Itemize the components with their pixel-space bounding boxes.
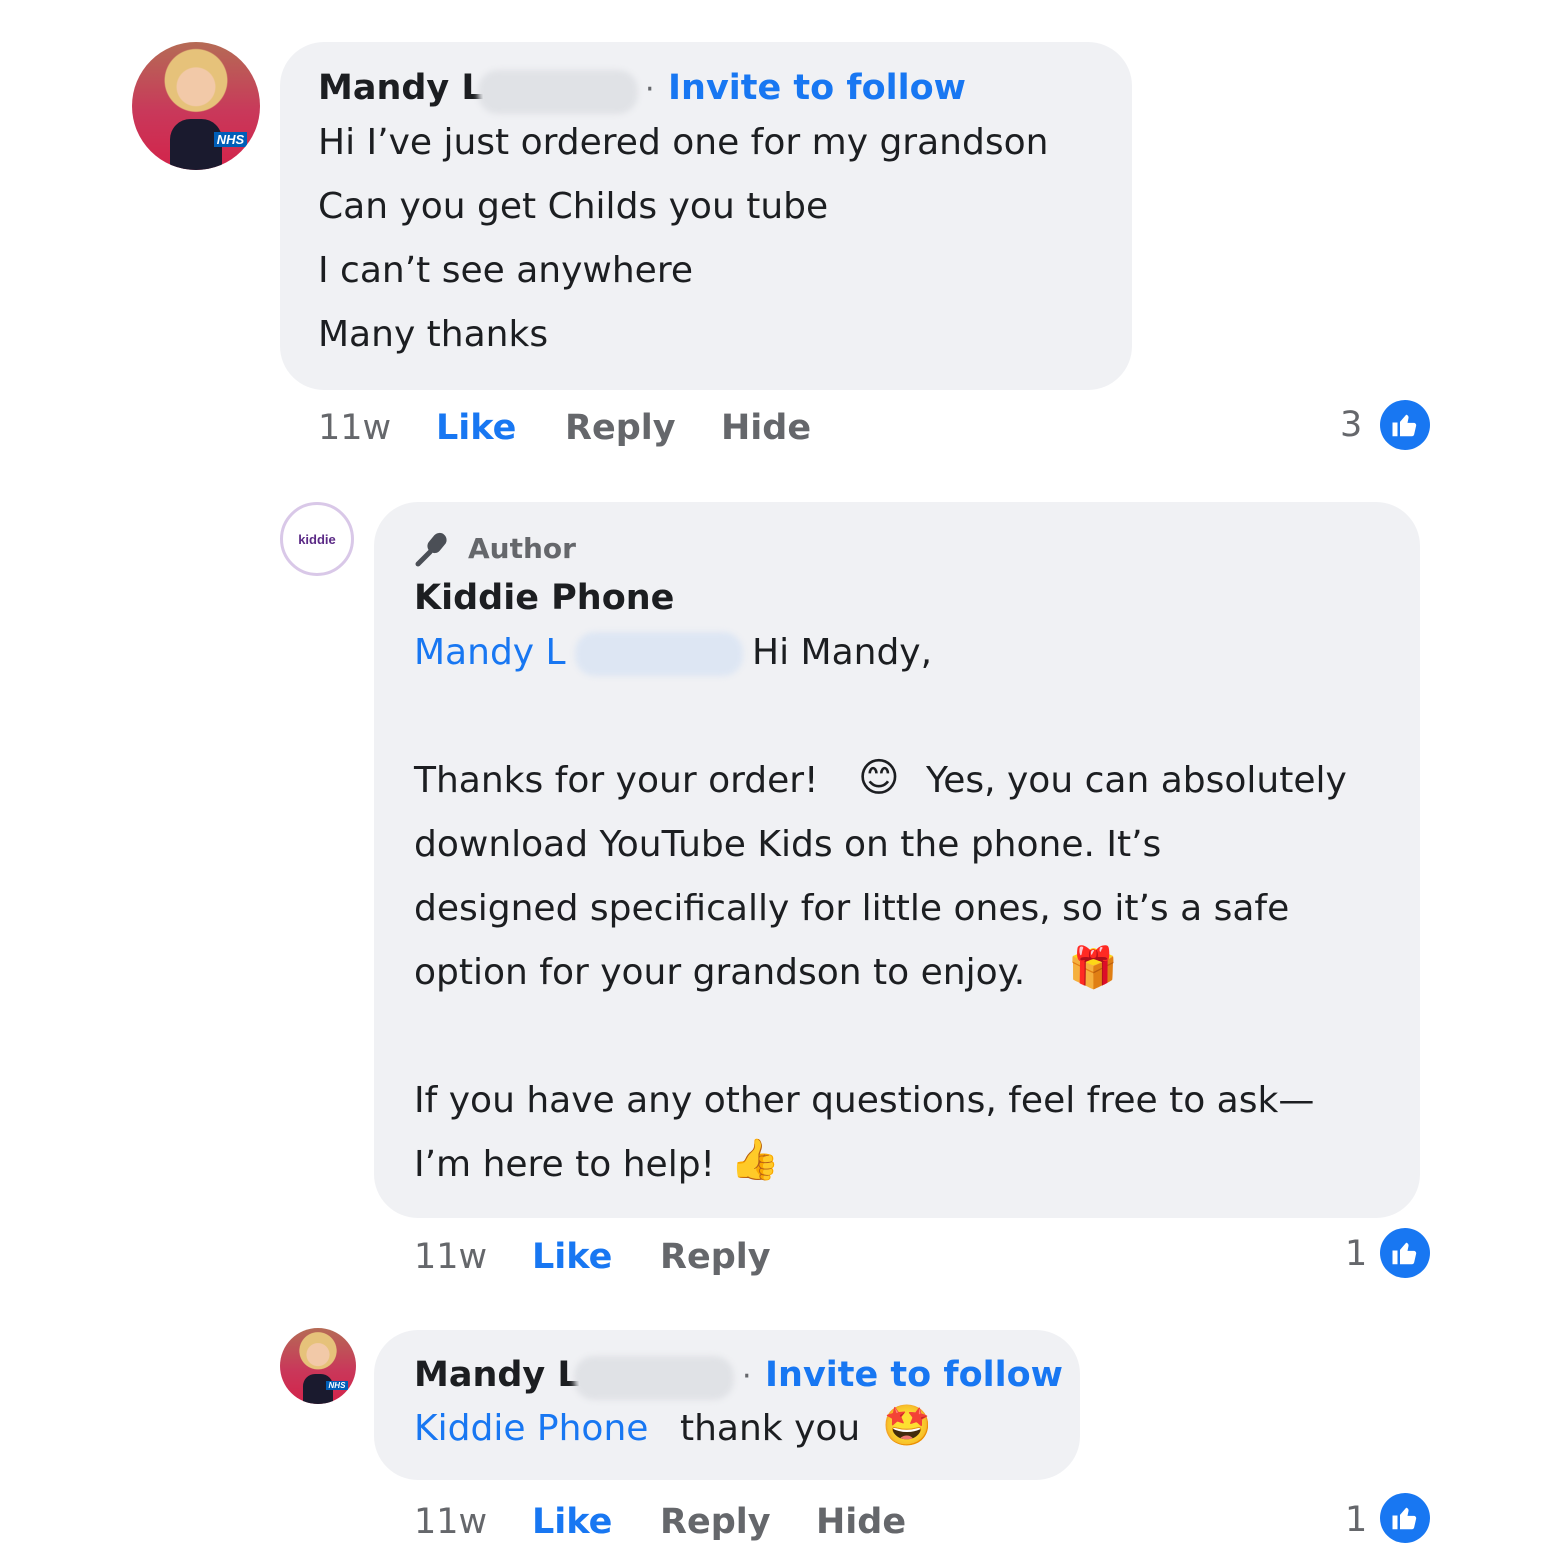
reply-text-line: If you have any other questions, feel fr… [414, 1080, 1315, 1121]
comment-timestamp: 11w [318, 408, 392, 448]
reply-text-line: option for your grandson to enjoy. [414, 952, 1026, 993]
comment-author[interactable]: Mandy L [414, 1355, 580, 1395]
reaction-count[interactable]: 1 [1345, 1500, 1367, 1540]
comment-text-line: Many thanks [318, 314, 549, 355]
reply-text-line: Yes, you can absolutely [926, 760, 1347, 801]
reply-button[interactable]: Reply [660, 1502, 771, 1542]
like-button[interactable]: Like [436, 408, 516, 448]
reply-button[interactable]: Reply [660, 1237, 771, 1277]
reply-text: thank you [680, 1408, 861, 1449]
comment-text-line: Can you get Childs you tube [318, 186, 829, 227]
like-reaction-icon[interactable] [1380, 400, 1430, 450]
mention-link[interactable]: Mandy L [414, 632, 566, 673]
star-struck-emoji-icon: 🤩 [882, 1403, 932, 1449]
kiddie-logo: kiddie [298, 532, 336, 548]
author-badge: Author [468, 532, 576, 565]
comment-timestamp: 11w [414, 1237, 488, 1277]
like-reaction-icon[interactable] [1380, 1493, 1430, 1543]
separator-dot: · [645, 72, 655, 107]
page-avatar[interactable]: kiddie [280, 502, 354, 576]
reply-button[interactable]: Reply [565, 408, 676, 448]
comment-text-line: I can’t see anywhere [318, 250, 693, 291]
redacted-surname [575, 632, 743, 676]
hide-button[interactable]: Hide [721, 408, 811, 448]
comment-author[interactable]: Kiddie Phone [414, 578, 674, 618]
redacted-surname [574, 1356, 734, 1400]
avatar[interactable]: NHS [280, 1328, 356, 1404]
reply-text-line: designed specifically for little ones, s… [414, 888, 1290, 929]
microphone-icon [414, 528, 458, 568]
invite-to-follow-link[interactable]: Invite to follow [668, 68, 966, 108]
avatar[interactable]: NHS [132, 42, 260, 170]
comment-author[interactable]: Mandy L [318, 68, 484, 108]
redacted-surname [478, 70, 638, 114]
gift-emoji-icon: 🎁 [1068, 945, 1118, 991]
reaction-count[interactable]: 1 [1345, 1234, 1367, 1274]
reply-text-line: Thanks for your order! [414, 760, 819, 801]
comment-timestamp: 11w [414, 1502, 488, 1542]
invite-to-follow-link[interactable]: Invite to follow [765, 1355, 1063, 1395]
like-reaction-icon[interactable] [1380, 1228, 1430, 1278]
smile-emoji-icon: 😊 [858, 755, 900, 801]
reply-bubble [374, 1330, 1080, 1480]
nhs-badge: NHS [213, 131, 248, 147]
hide-button[interactable]: Hide [816, 1502, 906, 1542]
reply-text-line: download YouTube Kids on the phone. It’s [414, 824, 1162, 865]
like-button[interactable]: Like [532, 1237, 612, 1277]
mention-link[interactable]: Kiddie Phone [414, 1408, 648, 1449]
reply-text-line: I’m here to help! [414, 1144, 715, 1185]
separator-dot: · [742, 1359, 752, 1394]
comment-text-line: Hi I’ve just ordered one for my grandson [318, 122, 1049, 163]
nhs-badge: NHS [325, 1381, 349, 1391]
reply-greeting: Hi Mandy, [752, 632, 933, 673]
like-button[interactable]: Like [532, 1502, 612, 1542]
reaction-count[interactable]: 3 [1340, 405, 1362, 445]
thumbs-up-emoji-icon: 👍 [730, 1137, 780, 1183]
